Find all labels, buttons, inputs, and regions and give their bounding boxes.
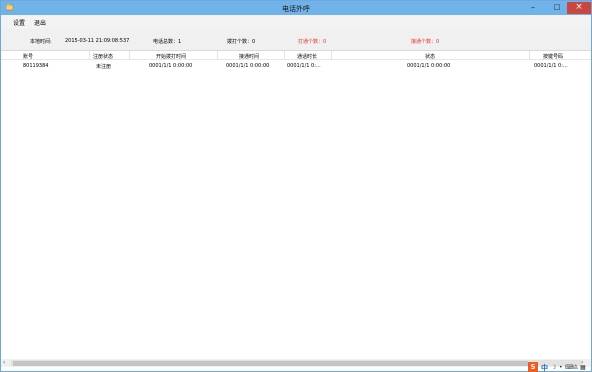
moon-icon[interactable]: ☽ <box>551 364 556 371</box>
column-divider[interactable] <box>89 51 90 60</box>
column-header-duration[interactable]: 通话时长 <box>297 53 317 60</box>
person-icon[interactable]: ♙ <box>573 364 578 371</box>
maximize-button[interactable]: □ <box>545 2 569 14</box>
total-calls: 电话总数：1 <box>153 39 182 45</box>
column-divider[interactable] <box>331 51 332 60</box>
menu-item-exit[interactable]: 退出 <box>34 18 46 27</box>
close-button[interactable]: × <box>567 2 591 14</box>
menu-item-settings[interactable]: 设置 <box>13 18 25 27</box>
cell-register-status: 未注册 <box>96 64 112 70</box>
window-title: 电话外呼 <box>282 5 310 13</box>
dot-icon[interactable]: • <box>559 364 563 371</box>
cell-connect-time: 0001/1/1 0:00:00 <box>226 63 270 69</box>
cell-duration: 0001/1/1 0:... <box>287 63 321 69</box>
scroll-left-arrow-icon[interactable]: ‹ <box>3 359 11 367</box>
scrollbar-thumb[interactable] <box>13 361 528 366</box>
table-row[interactable]: 80119384 未注册 0001/1/1 0:00:00 0001/1/1 0… <box>1 61 591 70</box>
connected-count: 打通个数：0 <box>298 39 327 45</box>
column-header-account[interactable]: 账号 <box>23 53 33 60</box>
cell-key-number: 0001/1/1 0:... <box>534 63 568 69</box>
app-window: 电话外呼 – □ × 设置 退出 本地时间: 2015-03-11 21:09:… <box>0 0 592 372</box>
column-divider[interactable] <box>284 51 285 60</box>
horizontal-scrollbar[interactable]: ‹ › <box>1 359 591 367</box>
column-divider[interactable] <box>129 51 130 60</box>
column-header-connect-time[interactable]: 接通时间 <box>239 53 259 60</box>
status-panel: 本地时间: 2015-03-11 21:09:08:537 电话总数：1 拨打个… <box>1 29 591 50</box>
column-divider[interactable] <box>217 51 218 60</box>
column-header-status[interactable]: 状态 <box>425 53 435 60</box>
ime-toolbar[interactable]: S 中 ☽ • ⌨ ♙ ▦ <box>528 362 588 372</box>
minimize-button[interactable]: – <box>521 2 545 14</box>
table-header: 账号 注册状态 开始拨打时间 接通时间 通话时长 状态 按键号码 <box>1 51 591 60</box>
column-header-dial-time[interactable]: 开始拨打时间 <box>156 53 186 60</box>
column-divider[interactable] <box>529 51 530 60</box>
cell-account: 80119384 <box>23 63 49 69</box>
ime-language-toggle[interactable]: 中 <box>541 363 548 372</box>
cell-status: 0001/1/1 0:00:00 <box>407 63 451 69</box>
column-header-register-status[interactable]: 注册状态 <box>93 53 113 60</box>
sogou-logo-icon[interactable]: S <box>528 362 538 372</box>
answered-count: 接通个数：0 <box>411 39 440 45</box>
column-header-key-number[interactable]: 按键号码 <box>543 53 563 60</box>
local-time-value: 2015-03-11 21:09:08:537 <box>65 38 130 44</box>
grid-icon[interactable]: ▦ <box>580 364 586 371</box>
calls-table[interactable]: 账号 注册状态 开始拨打时间 接通时间 通话时长 状态 按键号码 8011938… <box>1 50 591 359</box>
cell-dial-time: 0001/1/1 0:00:00 <box>149 63 193 69</box>
local-time-label: 本地时间: <box>30 39 52 45</box>
dialed-count: 拨打个数：0 <box>227 39 256 45</box>
title-bar[interactable]: 电话外呼 – □ × <box>1 1 591 15</box>
menu-bar: 设置 退出 <box>1 15 591 29</box>
